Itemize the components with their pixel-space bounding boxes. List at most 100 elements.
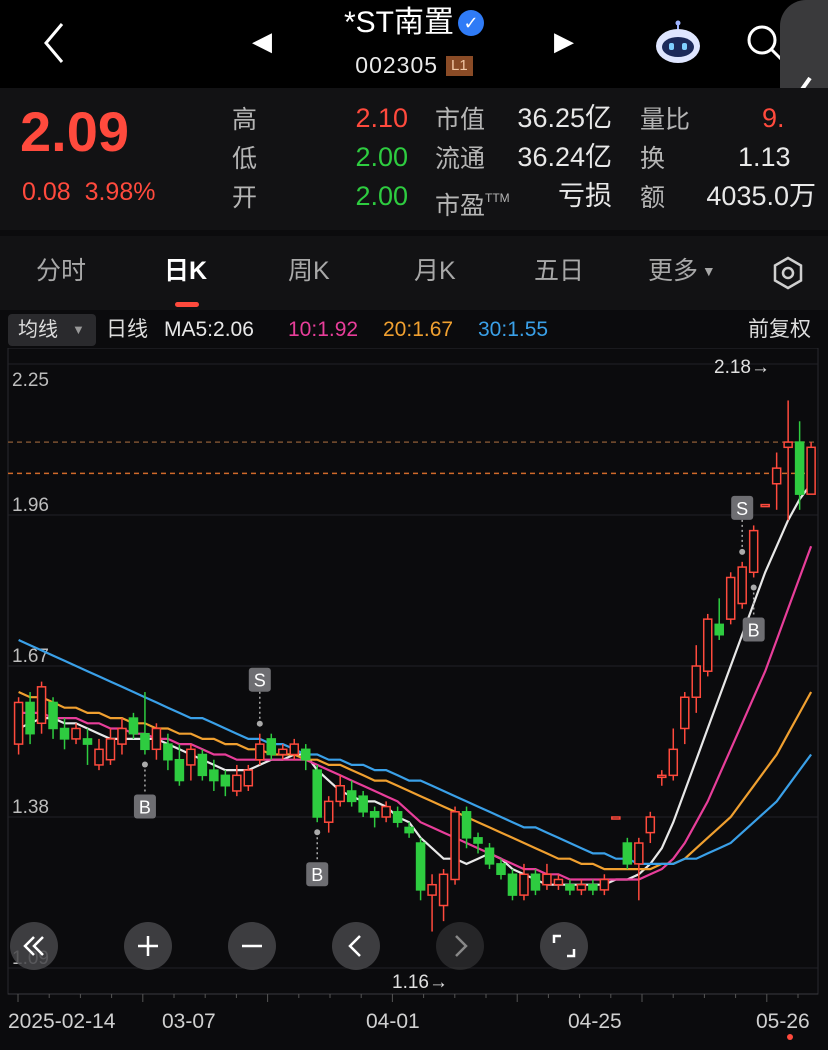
candle-body [266,738,277,756]
candle-body [323,800,334,823]
rewind-icon[interactable] [10,922,58,970]
stock-detail-screen: { "header": { "stock_name": "*ST南置", "ve… [0,0,828,1050]
signal-anchor-dot [256,720,263,727]
mktcap-label: 市值 [435,106,486,134]
tab-weekly-k[interactable]: 周K [288,254,330,288]
candle-body [691,665,702,698]
candle-body [748,529,759,574]
ma10-value: 10:1.92 [288,318,359,341]
candle-body [289,743,300,756]
y-tick-label: 1.38 [12,797,49,818]
verified-check-icon: ✓ [458,10,484,36]
tab-daily-k[interactable]: 日K [164,254,207,288]
y-tick-label: 1.67 [12,646,49,667]
candle-body [105,738,116,761]
signal-label: B [748,620,760,640]
last-price: 2.09 [20,100,129,163]
level-badge: L1 [446,56,473,76]
candle-body [507,873,518,896]
y-tick-label: 1.96 [12,495,49,516]
ma-selector-label: 均线 [18,319,58,341]
candle-body [725,576,736,620]
candle-body [220,774,231,787]
x-tick-label: 04-01 [366,1010,420,1033]
active-tab-indicator [175,302,199,307]
signal-anchor-dot [750,584,757,591]
candle-body [634,842,644,865]
float-label: 流通 [435,145,486,173]
candle-body [611,816,621,820]
period-tabs: 分时 日K 周K 月K 五日 更多 ▼ [0,236,828,310]
zoom-in-icon[interactable] [124,922,172,970]
candle-body [94,748,104,766]
period-label: 日线 [106,318,148,341]
candle-body [645,816,656,834]
candle-body [438,873,449,907]
price-change: 0.08 3.98% [22,176,155,208]
candle-body [473,837,483,844]
dropdown-triangle-icon: ▼ [698,263,716,279]
fullscreen-icon[interactable] [540,922,588,970]
candle-body [565,883,575,891]
candle-body [163,743,173,761]
signal-anchor-dot [141,761,148,768]
candle-body [794,441,805,495]
low-label: 低 [232,145,258,173]
tab-intraday[interactable]: 分时 [36,254,86,288]
candle-body [25,701,35,735]
volratio-label: 量比 [640,106,691,134]
candle-body [599,878,610,891]
candle-body [783,441,793,449]
low-price-annotation: 1.16→ [392,972,448,993]
candle-body [496,863,506,876]
zoom-out-icon[interactable] [228,922,276,970]
scroll-left-icon[interactable] [332,922,380,970]
candle-body [174,758,185,782]
signal-label: B [311,865,323,885]
candle-body [128,717,139,735]
candle-body [48,701,58,730]
candle-body [519,873,529,896]
float-value: 36.24亿 [517,142,612,172]
x-tick-label: 2025-02-14 [8,1010,116,1033]
latest-date-dot [787,1034,793,1040]
candle-body [243,769,254,787]
candle-body [553,878,564,886]
candle-body [427,883,437,896]
low-value: 2.00 [355,142,408,172]
candle-body [404,826,414,834]
tab-monthly-k[interactable]: 月K [414,254,456,288]
candle-body [806,446,816,495]
candle-body [358,795,368,813]
ma-selector[interactable]: 均线 ▼ [8,314,96,346]
y-tick-label: 2.25 [12,370,49,391]
candle-body [277,748,288,756]
change-amount: 0.08 [22,178,71,206]
tab-more-label: 更多 [648,257,699,285]
turnover-label: 换 [640,145,666,173]
stock-code: 002305 [355,52,439,78]
pe-value: 亏损 [558,181,612,211]
candle-body [392,811,403,823]
tab-five-day[interactable]: 五日 [534,254,584,288]
candle-body [82,738,93,745]
candle-body [737,566,747,605]
open-label: 开 [232,184,258,212]
signal-label: S [736,499,748,519]
candle-body [255,743,265,761]
tab-more[interactable]: 更多 ▼ [648,254,716,288]
candle-body [71,727,81,740]
ma20-value: 20:1.67 [383,318,454,341]
scroll-right-icon[interactable] [436,922,484,970]
robot-assistant-icon[interactable] [654,20,702,66]
adjust-mode[interactable]: 前复权 [748,314,811,346]
hexagon-settings-icon[interactable] [772,256,804,290]
change-percent: 3.98% [84,178,156,206]
candle-body [140,732,150,751]
signal-anchor-dot [314,829,321,836]
candle-body [197,753,208,777]
candle-body [13,701,24,745]
amount-value: 4035.0万 [706,181,816,211]
candle-body [312,769,322,818]
x-tick-label: 03-07 [162,1010,216,1033]
